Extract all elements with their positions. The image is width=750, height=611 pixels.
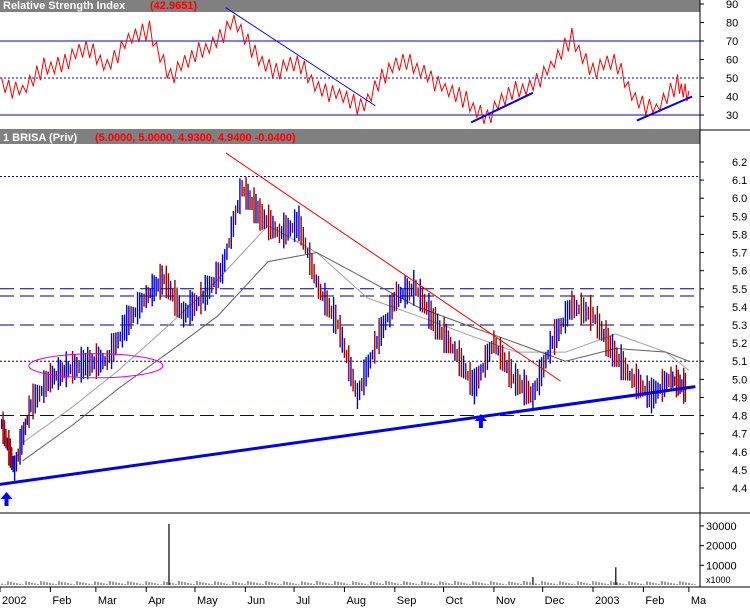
price-tick-label: 6.1 [732,175,747,187]
volume-unit-label: x1000 [706,575,731,585]
price-tick-label: 5.0 [732,374,747,386]
rsi-series-line [1,14,690,125]
price-tick-label: 5.9 [732,211,747,223]
rsi-trendline [636,95,693,122]
price-tick-label: 4.6 [732,447,747,459]
rsi-tick-label: 30 [726,110,738,122]
price-trendline [0,385,696,486]
x-tick-label: Sep [397,595,417,607]
price-tick-label: 4.4 [732,483,747,495]
price-tick-label: 4.7 [732,429,747,441]
x-tick-label: Dec [545,595,565,607]
x-tick-label: Apr [148,595,165,607]
moving-average-line [22,252,690,462]
x-tick-label: Ma [691,595,707,607]
chart-canvas: Relative Strength Index (42.9651) 1 BRIS… [0,0,750,607]
price-tick-label: 6.2 [732,157,747,169]
price-tick-label: 4.5 [732,465,747,477]
price-tick-label: 4.9 [732,392,747,404]
x-tick-label: Nov [496,595,516,607]
x-tick-label: Feb [645,595,664,607]
price-tick-label: 4.8 [732,411,747,423]
x-tick-label: Oct [446,595,463,607]
rsi-tick-label: 50 [726,73,738,85]
price-tick-label: 5.5 [732,284,747,296]
volume-tick-label: 20000 [706,541,737,553]
x-tick-label: Jun [247,595,265,607]
rsi-title: Relative Strength Index [3,0,126,12]
x-tick-label: Mar [98,595,117,607]
rsi-trendline [225,7,376,107]
price-title: 1 BRISA (Priv) [3,132,78,144]
rsi-tick-label: 40 [726,92,738,104]
volume-tick-label: 10000 [706,560,737,572]
rsi-tick-label: 60 [726,55,738,67]
price-tick-label: 5.4 [732,302,747,314]
x-tick-label: May [197,595,218,607]
rsi-tick-label: 90 [726,0,738,11]
price-tick-label: 5.2 [732,338,747,350]
volume-tick-label: 30000 [706,521,737,533]
rsi-value: (42.9651) [150,0,197,12]
rsi-tick-label: 70 [726,36,738,48]
price-trendline [225,152,561,382]
price-tick-label: 5.3 [732,320,747,332]
x-tick-label: Jul [296,595,310,607]
price-tick-label: 5.7 [732,248,747,260]
x-tick-label: 2002 [2,595,26,607]
axis-layer: 90 80 70 60 50 40 30 6.2 6.1 6.0 5.9 5.8 5.7 5.6 5.5 5.… [0,0,747,607]
x-tick-label: Feb [52,595,71,607]
price-value: (5.0000, 5.0000, 4.9300, 4.9400 -0.0400) [95,132,296,144]
price-tick-label: 5.6 [732,266,747,278]
up-arrow-icon [0,492,13,506]
rsi-tick-label: 80 [726,18,738,30]
x-tick-label: 2003 [595,595,619,607]
price-tick-label: 5.1 [732,356,747,368]
price-tick-label: 6.0 [732,193,747,205]
x-tick-label: Aug [346,595,366,607]
chart-window: Relative Strength Index (42.9651) 1 BRIS… [0,0,750,611]
price-tick-label: 5.8 [732,229,747,241]
